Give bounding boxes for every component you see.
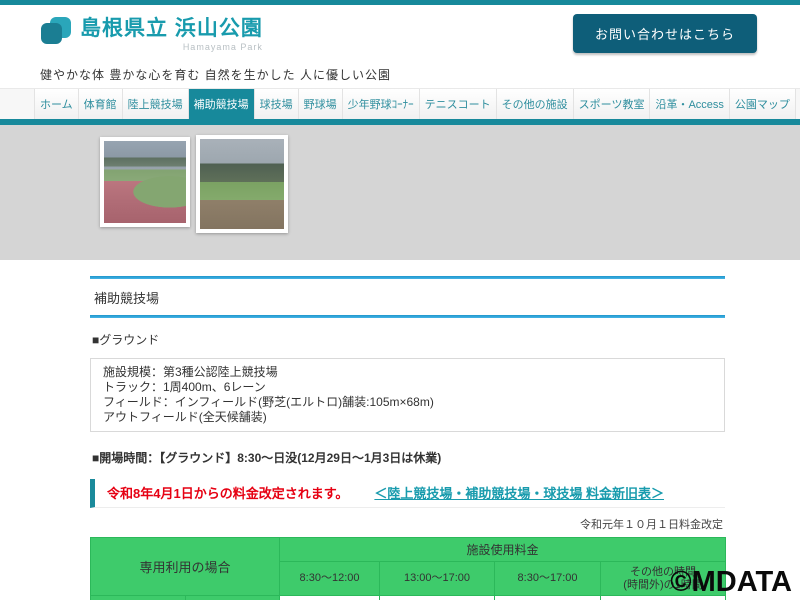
page-title: 補助競技場 bbox=[90, 279, 725, 315]
table-row: 専用利用の場合 施設使用料金 bbox=[91, 538, 726, 562]
type-students: 生徒・児童 bbox=[186, 596, 280, 600]
site-title: 島根県立 浜山公園 bbox=[80, 16, 263, 42]
time-header-fullday: 8:30～17:00 bbox=[495, 562, 601, 596]
divider-title bbox=[90, 315, 725, 318]
fee-value: 1,790円 bbox=[380, 596, 495, 600]
revision-note: 令和元年１０月１日料金改定 bbox=[90, 516, 723, 532]
content: 補助競技場 ■グラウンド 施設規模：第3種公認陸上競技場 トラック：1周400m… bbox=[90, 276, 725, 600]
group-no-admission: 入場料を 徴収しない場合 bbox=[91, 596, 186, 600]
nav-item-other-facilities[interactable]: その他の施設 bbox=[497, 89, 574, 119]
ground-heading: ■グラウンド bbox=[92, 331, 725, 348]
field-photo-image bbox=[200, 139, 284, 229]
nav-item-history-access[interactable]: 沿革・Access bbox=[650, 89, 729, 119]
fee-table-usage-header: 施設使用料金 bbox=[280, 538, 726, 562]
track-photo-image bbox=[104, 141, 186, 223]
fee-table-link[interactable]: ＜陸上競技場・補助競技場・球技場 料金新旧表＞ bbox=[374, 483, 664, 502]
site-header: 島根県立 浜山公園 Hamayama Park お問い合わせはこちら bbox=[0, 5, 800, 62]
photo-band bbox=[0, 125, 800, 260]
facility-line-scale: 施設規模：第3種公認陸上競技場 bbox=[103, 365, 712, 380]
nav-item-tennis-court[interactable]: テニスコート bbox=[420, 89, 497, 119]
mdata-watermark: ©MDATA bbox=[670, 566, 792, 599]
main-nav: ホーム 体育館 陸上競技場 補助競技場 球技場 野球場 少年野球ｺｰﾅｰ テニス… bbox=[0, 88, 800, 119]
nav-item-baseball-field[interactable]: 野球場 bbox=[299, 89, 343, 119]
track-photo[interactable] bbox=[100, 137, 190, 227]
nav-item-park-map[interactable]: 公園マップ bbox=[730, 89, 796, 119]
nav-item-home[interactable]: ホーム bbox=[34, 89, 79, 119]
time-header-afternoon: 13:00～17:00 bbox=[380, 562, 495, 596]
site-subtitle: Hamayama Park bbox=[80, 42, 263, 52]
nav-item-gymnasium[interactable]: 体育館 bbox=[79, 89, 123, 119]
facility-info-box: 施設規模：第3種公認陸上競技場 トラック：1周400m、6レーン フィールド：イ… bbox=[90, 358, 725, 432]
logo-icon bbox=[40, 16, 74, 48]
tagline: 健やかな体 豊かな心を育む 自然を生かした 人に優しい公園 bbox=[0, 62, 800, 88]
table-row: 入場料を 徴収しない場合 生徒・児童 1,200円 1,790円 3,010円 … bbox=[91, 596, 726, 600]
facility-line-field: フィールド：インフィールド(野芝(エルトロ)舗装:105m×68m) bbox=[103, 395, 712, 410]
nav-item-ball-field[interactable]: 球技場 bbox=[255, 89, 299, 119]
hours-line: ■開場時間：【グラウンド】8:30～日没(12月29日～1月3日は休業) bbox=[92, 449, 725, 466]
nav-item-auxiliary-stadium[interactable]: 補助競技場 bbox=[189, 89, 255, 119]
fee-table: 専用利用の場合 施設使用料金 8:30～12:00 13:00～17:00 8:… bbox=[90, 537, 726, 600]
nav-item-sports-class[interactable]: スポーツ教室 bbox=[574, 89, 651, 119]
nav-item-youth-baseball[interactable]: 少年野球ｺｰﾅｰ bbox=[343, 89, 420, 119]
facility-line-outfield: アウトフィールド(全天候舗装) bbox=[103, 410, 712, 425]
time-header-morning: 8:30～12:00 bbox=[280, 562, 380, 596]
facility-line-track: トラック：1周400m、6レーン bbox=[103, 380, 712, 395]
fee-table-corner: 専用利用の場合 bbox=[91, 538, 280, 596]
contact-button[interactable]: お問い合わせはこちら bbox=[573, 14, 757, 53]
fee-notice: 令和8年4月1日からの料金改定されます。 ＜陸上競技場・補助競技場・球技場 料金… bbox=[90, 479, 725, 508]
site-logo[interactable]: 島根県立 浜山公園 Hamayama Park bbox=[40, 16, 263, 52]
fee-value: 3,010円 bbox=[495, 596, 601, 600]
nav-item-athletics-stadium[interactable]: 陸上競技場 bbox=[123, 89, 189, 119]
logo-square-dark bbox=[41, 23, 62, 44]
fee-value: 1,200円 bbox=[280, 596, 380, 600]
field-photo[interactable] bbox=[196, 135, 288, 233]
fee-notice-text: 令和8年4月1日からの料金改定されます。 bbox=[107, 483, 348, 502]
